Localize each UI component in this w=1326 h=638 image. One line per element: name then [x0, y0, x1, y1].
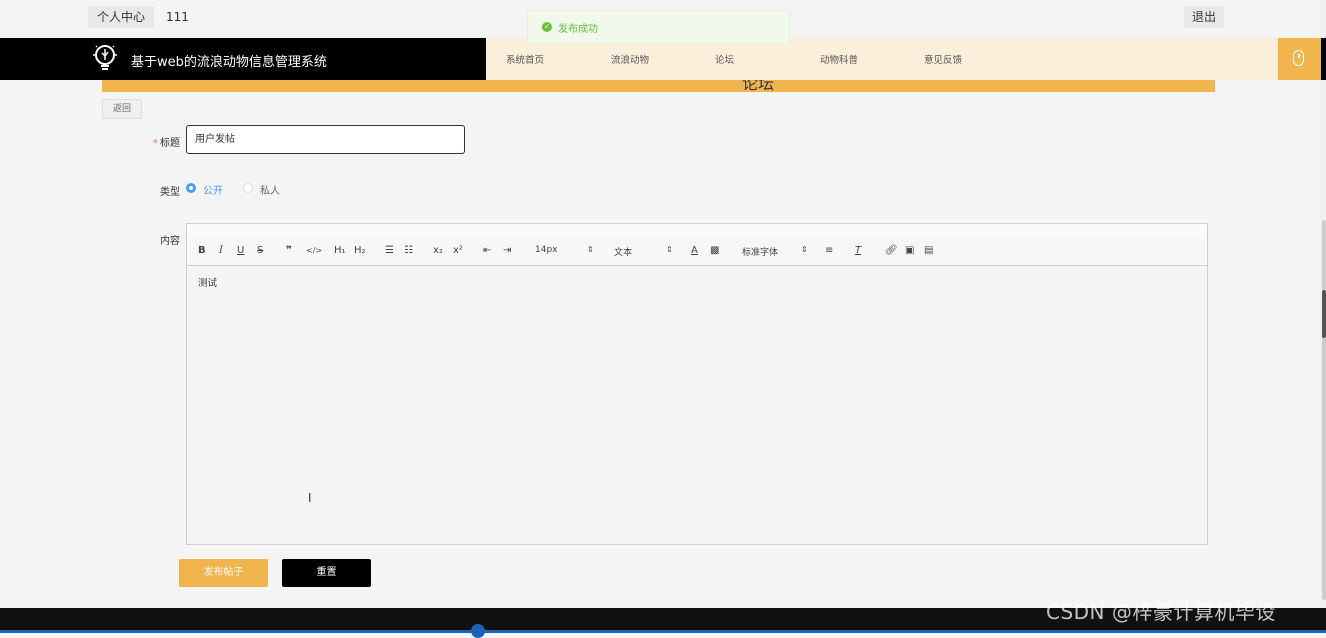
image-icon[interactable]: ▣ [905, 244, 914, 258]
strikethrough-icon[interactable]: S [257, 244, 263, 258]
content-label: 内容 [160, 236, 180, 247]
font-family-select[interactable]: 标准字体 ⇕ [742, 245, 808, 258]
rich-text-editor: B I U S ❞ </> H₁ H₂ ☰ ☷ x₂ x² ⇤ ⇥ 14px ⇕ … [186, 223, 1208, 545]
lightbulb-logo-icon [93, 45, 117, 70]
check-circle-icon: ✓ [542, 22, 552, 32]
watermark: CSDN @梓豪计算机毕设 [1046, 600, 1276, 624]
mouse-icon [1293, 50, 1304, 66]
bold-icon[interactable]: B [198, 244, 206, 258]
type-label: 类型 [160, 187, 180, 198]
editor-content-text: 测试 [198, 278, 218, 289]
background-color-icon[interactable]: ▩ [710, 244, 719, 258]
code-block-icon[interactable]: </> [306, 244, 322, 258]
text-cursor-icon: Ι [308, 491, 312, 505]
back-button[interactable]: 返回 [102, 99, 142, 119]
success-toast: ✓ 发布成功 [527, 10, 790, 44]
nav-forum[interactable]: 论坛 [715, 52, 734, 66]
bullet-list-icon[interactable]: ☷ [404, 244, 413, 258]
outdent-icon[interactable]: ⇤ [483, 244, 491, 258]
publish-post-button[interactable]: 发布帖子 [179, 559, 268, 587]
nav-stray-animals[interactable]: 流浪动物 [611, 52, 649, 66]
font-size-select[interactable]: 14px ⇕ [535, 245, 594, 255]
editor-content-area[interactable]: 测试 Ι [187, 266, 1207, 544]
page-banner: 论坛 [102, 80, 1215, 92]
clear-format-icon[interactable]: T [855, 244, 861, 258]
nav-feedback[interactable]: 意见反馈 [924, 52, 962, 66]
radio-private-label[interactable]: 私人 [260, 182, 280, 197]
reset-button[interactable]: 重置 [282, 559, 371, 587]
username-label: 111 [166, 10, 189, 24]
nav-animal-science[interactable]: 动物科普 [820, 52, 858, 66]
nav-home[interactable]: 系统首页 [506, 52, 544, 66]
radio-private[interactable] [243, 183, 253, 193]
toast-message: 发布成功 [558, 24, 598, 35]
subscript-icon[interactable]: x₂ [433, 244, 443, 258]
required-mark: * [153, 138, 158, 149]
main-nav: 系统首页 流浪动物 论坛 动物科普 意见反馈 [486, 38, 1278, 80]
user-center-button[interactable]: 个人中心 [88, 6, 155, 28]
editor-toolbar: B I U S ❞ </> H₁ H₂ ☰ ☷ x₂ x² ⇤ ⇥ 14px ⇕ … [187, 238, 1207, 266]
title-label: * 标题 [153, 138, 180, 149]
indent-icon[interactable]: ⇥ [503, 244, 511, 258]
superscript-icon[interactable]: x² [453, 244, 463, 258]
logout-button[interactable]: 退出 [1184, 6, 1225, 28]
radio-public[interactable] [186, 183, 196, 193]
radio-public-label[interactable]: 公开 [203, 182, 223, 197]
mouse-toggle-button[interactable] [1278, 38, 1321, 80]
header-select[interactable]: 文本 ⇕ [614, 245, 673, 258]
page-title: 论坛 [742, 80, 775, 92]
editor-top-strip [187, 224, 1207, 239]
link-icon[interactable]: 🔗︎ [885, 244, 898, 258]
heading2-icon[interactable]: H₂ [354, 244, 366, 258]
scrollbar-thumb[interactable] [1322, 290, 1326, 338]
heading1-icon[interactable]: H₁ [334, 244, 346, 258]
blockquote-icon[interactable]: ❞ [286, 244, 292, 258]
scrollbar-track[interactable] [1322, 220, 1326, 600]
align-icon[interactable]: ≡ [825, 244, 833, 258]
video-icon[interactable]: ▤ [924, 244, 933, 258]
underline-icon[interactable]: U [237, 244, 244, 258]
site-title: 基于web的流浪动物信息管理系统 [131, 55, 327, 70]
site-header: 基于web的流浪动物信息管理系统 系统首页 流浪动物 论坛 动物科普 意见反馈 [0, 38, 1326, 80]
italic-icon[interactable]: I [219, 244, 223, 258]
title-input[interactable]: 用户发帖 [186, 125, 465, 154]
font-color-icon[interactable]: A [691, 244, 698, 258]
footer-dot [471, 624, 485, 638]
ordered-list-icon[interactable]: ☰ [385, 244, 394, 258]
